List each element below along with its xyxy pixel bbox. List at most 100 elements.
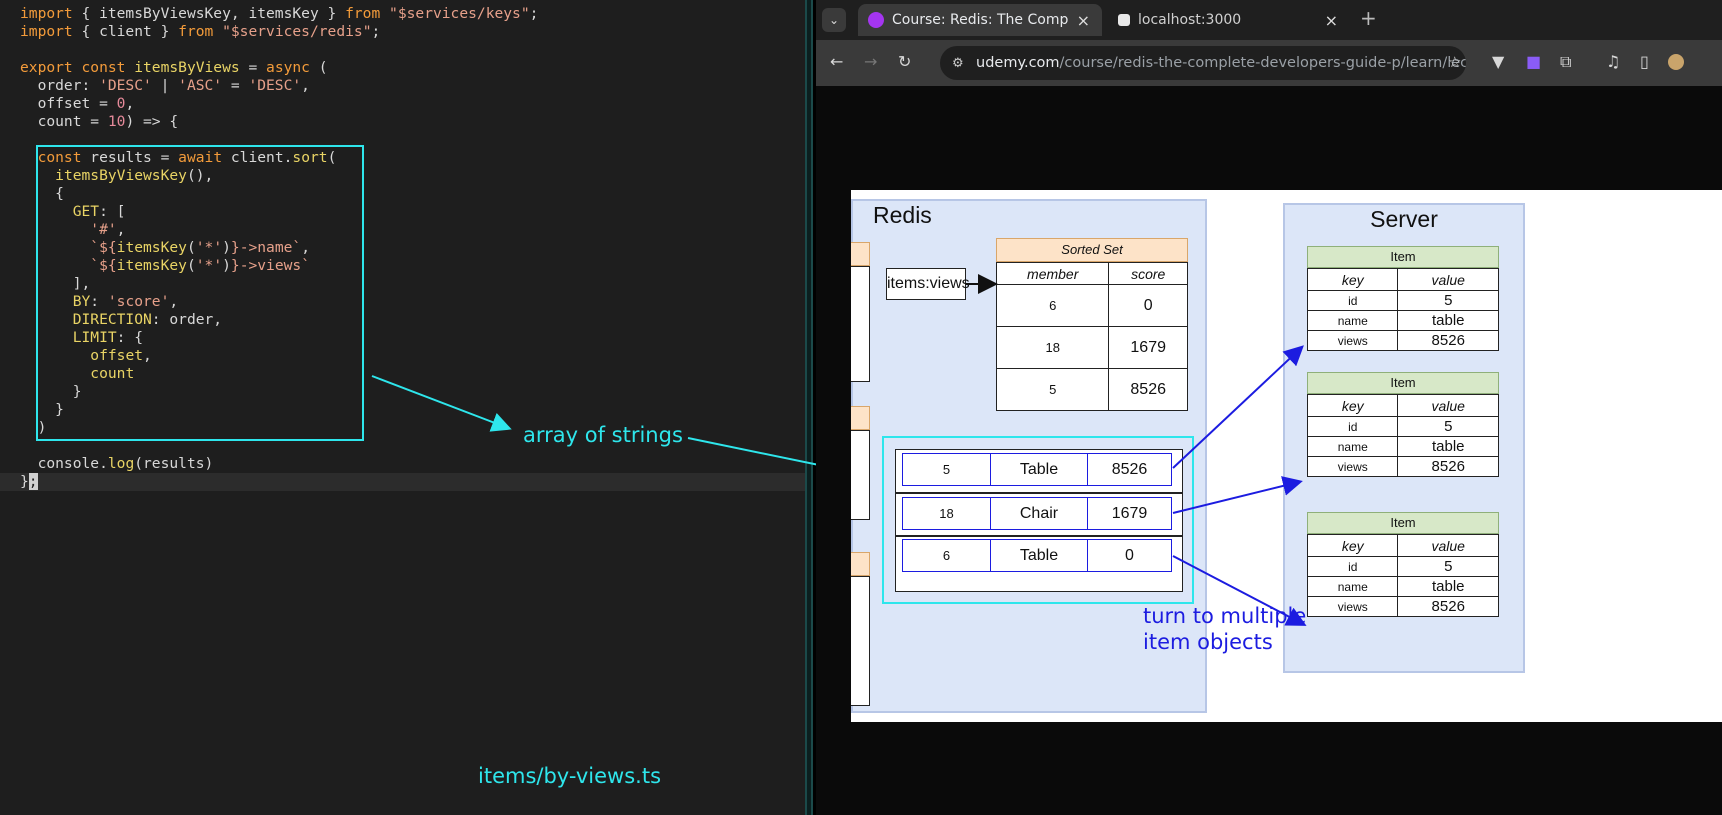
item-table: key value id 5 name table views 8526 [1306, 394, 1499, 477]
bookmark-star-icon[interactable]: ☆ [1448, 53, 1461, 71]
page-content: Redis items:views Sorted Set member score… [816, 86, 1722, 815]
new-tab-button[interactable]: + [1360, 6, 1377, 30]
result-id: 18 [902, 497, 991, 530]
profile-avatar[interactable] [1668, 54, 1684, 70]
item-value: 8526 [1397, 330, 1499, 351]
lecture-slide: Redis items:views Sorted Set member score… [851, 190, 1722, 722]
item-object: Item key value id 5 name table views 8526 [1306, 372, 1499, 477]
result-row: 18 Chair 1679 [902, 497, 1172, 530]
item-key: name [1306, 576, 1399, 597]
code-line[interactable] [0, 41, 805, 59]
result-row: 6 Table 0 [902, 539, 1172, 572]
item-key: name [1306, 436, 1399, 457]
close-icon[interactable]: × [1325, 11, 1338, 30]
tab-bar: ⌄ Course: Redis: The Comp × localhost:30… [816, 0, 1722, 40]
item-key: views [1306, 596, 1399, 617]
tab-title: Course: Redis: The Comp [892, 12, 1069, 28]
divider [895, 492, 1183, 494]
annotation-line-2: item objects [1143, 630, 1273, 654]
code-editor[interactable]: import { itemsByViewsKey, itemsKey } fro… [0, 0, 810, 815]
item-value: table [1397, 436, 1499, 457]
item-object: Item key value id 5 name table views 8526 [1306, 512, 1499, 617]
text-cursor: ; [28, 473, 38, 490]
header-value: value [1397, 534, 1499, 557]
back-icon[interactable]: ← [830, 52, 843, 71]
result-views: 0 [1087, 539, 1172, 572]
cell-score: 8526 [1108, 368, 1188, 411]
item-object: Item key value id 5 name table views 8526 [1306, 246, 1499, 351]
cell-score: 1679 [1108, 326, 1188, 369]
browser-window: ⌄ Course: Redis: The Comp × localhost:30… [816, 0, 1722, 815]
cell-member: 5 [995, 368, 1110, 411]
header-value: value [1397, 268, 1499, 291]
item-key: id [1306, 290, 1399, 311]
side-panel-icon[interactable]: ▯ [1640, 52, 1649, 71]
item-key: id [1306, 556, 1399, 577]
result-row: 5 Table 8526 [902, 453, 1172, 486]
code-line[interactable]: count = 10) => { [0, 113, 805, 131]
redis-title: Redis [873, 202, 932, 228]
item-value: 8526 [1397, 456, 1499, 477]
server-title: Server [1370, 206, 1438, 232]
result-name: Table [990, 539, 1088, 572]
tab-search-button[interactable]: ⌄ [822, 8, 846, 32]
cell-member: 6 [995, 284, 1110, 327]
highlight-box [36, 145, 364, 441]
key-label: items:views [886, 268, 970, 300]
cell-score: 0 [1108, 284, 1188, 327]
item-key: id [1306, 416, 1399, 437]
result-id: 6 [902, 539, 991, 572]
code-line[interactable]: import { itemsByViewsKey, itemsKey } fro… [0, 5, 805, 23]
split-divider[interactable] [805, 0, 813, 815]
header-key: key [1306, 268, 1399, 291]
reload-icon[interactable]: ↻ [898, 52, 911, 71]
item-key: name [1306, 310, 1399, 331]
item-value: 5 [1397, 556, 1499, 577]
result-name: Table [990, 453, 1088, 486]
tab-udemy-course[interactable]: Course: Redis: The Comp × [858, 4, 1102, 36]
partial-table-header [851, 406, 870, 430]
item-table: key value id 5 name table views 8526 [1306, 534, 1499, 617]
result-id: 5 [902, 453, 991, 486]
item-title: Item [1307, 372, 1499, 394]
item-value: 8526 [1397, 596, 1499, 617]
partial-table-header [851, 242, 870, 266]
item-value: 5 [1397, 416, 1499, 437]
code-line[interactable]: console.log(results) [0, 455, 805, 473]
file-name-label: items/by-views.ts [478, 764, 662, 788]
code-line[interactable]: order: 'DESC' | 'ASC' = 'DESC', [0, 77, 805, 95]
item-value: table [1397, 576, 1499, 597]
code-line-current[interactable]: }; [0, 473, 805, 491]
item-title: Item [1307, 246, 1499, 268]
udemy-favicon-icon [868, 12, 884, 28]
partial-table [851, 266, 870, 382]
code-line[interactable]: import { client } from "$services/redis"… [0, 23, 805, 41]
forward-icon[interactable]: → [864, 52, 877, 71]
media-control-icon[interactable]: ♫ [1606, 52, 1620, 71]
header-key: key [1306, 534, 1399, 557]
annotation-array-of-strings: array of strings [523, 423, 683, 447]
partial-table-header [851, 552, 870, 576]
code-line[interactable]: offset = 0, [0, 95, 805, 113]
address-bar[interactable]: ⚙ udemy.com/course/redis-the-complete-de… [940, 46, 1466, 80]
extension-shield-icon[interactable]: ■ [1526, 52, 1541, 71]
sorted-set-table: member score 60 18 1679 5 8526 [995, 262, 1188, 411]
url-path: /course/redis-the-complete-developers-gu… [1059, 55, 1466, 71]
item-key: views [1306, 330, 1399, 351]
header-value: value [1397, 394, 1499, 417]
divider [895, 535, 1183, 537]
tab-localhost[interactable]: localhost:3000 × [1106, 4, 1350, 36]
extension-v-icon[interactable]: ▼ [1492, 52, 1504, 71]
item-value: table [1397, 310, 1499, 331]
item-title: Item [1307, 512, 1499, 534]
sorted-set-title: Sorted Set [996, 238, 1188, 262]
extensions-puzzle-icon[interactable]: ⧉ [1560, 52, 1571, 72]
url-host: udemy.com [976, 55, 1060, 71]
close-icon[interactable]: × [1077, 11, 1090, 30]
code-line[interactable]: export const itemsByViews = async ( [0, 59, 805, 77]
partial-table [851, 576, 870, 706]
item-key: views [1306, 456, 1399, 477]
result-views: 1679 [1087, 497, 1172, 530]
site-info-icon[interactable]: ⚙ [952, 56, 964, 71]
item-value: 5 [1397, 290, 1499, 311]
